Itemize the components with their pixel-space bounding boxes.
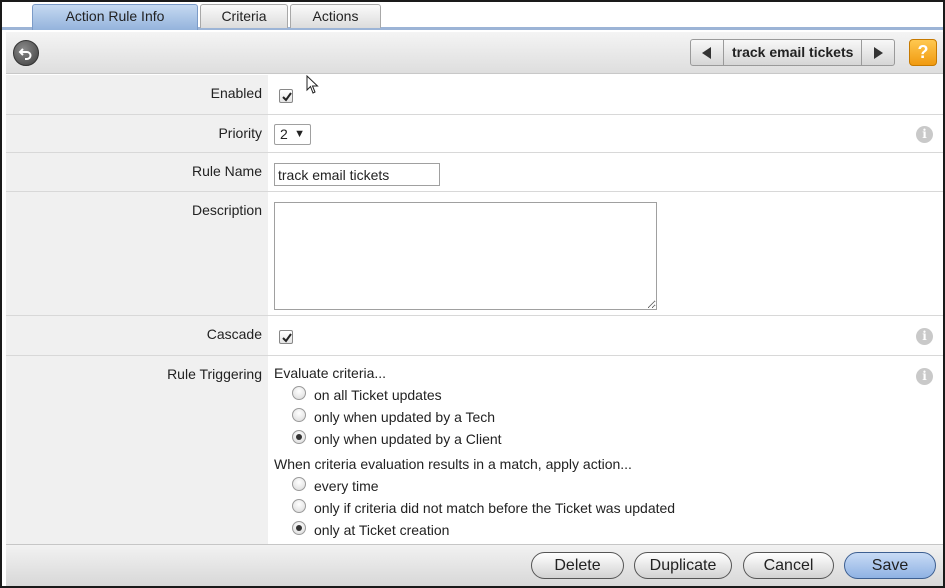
- info-icon[interactable]: i: [916, 328, 933, 345]
- mouse-cursor-icon: [306, 75, 319, 94]
- cascade-value: i: [270, 316, 943, 355]
- radio-all-updates-label[interactable]: on all Ticket updates: [314, 387, 442, 403]
- triangle-right-icon: [874, 46, 884, 59]
- row-cascade: Cascade i: [6, 316, 943, 356]
- priority-selected-value: 2: [280, 126, 288, 142]
- row-rule-triggering: Rule Triggering i Evaluate criteria... o…: [6, 356, 943, 544]
- rule-name-label: Rule Name: [6, 153, 268, 191]
- rule-triggering-value: i Evaluate criteria... on all Ticket upd…: [270, 356, 943, 544]
- footer-button-bar: Delete Duplicate Cancel Save: [6, 544, 943, 586]
- window-frame: Action Rule Info Criteria Actions track …: [0, 0, 945, 588]
- description-label: Description: [6, 192, 268, 315]
- radio-updated-by-tech[interactable]: [292, 408, 306, 422]
- description-textarea[interactable]: [274, 202, 657, 310]
- delete-button[interactable]: Delete: [531, 552, 624, 579]
- previous-record-button[interactable]: [690, 39, 724, 66]
- radio-updated-by-client-label[interactable]: only when updated by a Client: [314, 431, 502, 447]
- duplicate-button[interactable]: Duplicate: [634, 552, 732, 579]
- cancel-button[interactable]: Cancel: [743, 552, 834, 579]
- next-record-button[interactable]: [861, 39, 896, 66]
- row-enabled: Enabled: [6, 75, 943, 115]
- priority-label: Priority: [6, 115, 268, 152]
- description-value: [270, 192, 943, 315]
- rule-name-input[interactable]: [274, 163, 440, 186]
- record-navigator: track email tickets: [690, 39, 896, 66]
- rule-triggering-label: Rule Triggering: [6, 356, 268, 544]
- tab-criteria[interactable]: Criteria: [200, 4, 288, 28]
- evaluate-criteria-heading: Evaluate criteria...: [274, 365, 387, 381]
- rule-name-value: [270, 153, 943, 191]
- triangle-left-icon: [702, 46, 711, 59]
- priority-value: 2 ▼ i: [270, 115, 943, 152]
- enabled-value: [270, 75, 943, 114]
- radio-ticket-creation[interactable]: [292, 521, 306, 535]
- cascade-checkbox[interactable]: [279, 330, 293, 344]
- checkmark-icon: [282, 92, 292, 102]
- radio-ticket-creation-label[interactable]: only at Ticket creation: [314, 522, 449, 538]
- tab-bar: Action Rule Info Criteria Actions: [2, 2, 943, 30]
- save-button[interactable]: Save: [844, 552, 936, 579]
- radio-every-time-label[interactable]: every time: [314, 478, 379, 494]
- enabled-checkbox[interactable]: [279, 89, 293, 103]
- tab-action-rule-info[interactable]: Action Rule Info: [32, 4, 198, 30]
- dropdown-caret-icon: ▼: [294, 128, 305, 140]
- back-button[interactable]: [13, 40, 39, 66]
- apply-action-heading: When criteria evaluation results in a ma…: [274, 456, 632, 472]
- priority-select[interactable]: 2 ▼: [274, 124, 311, 145]
- radio-updated-by-client[interactable]: [292, 430, 306, 444]
- back-arrow-icon: [18, 48, 32, 60]
- record-title: track email tickets: [724, 39, 862, 66]
- row-description: Description: [6, 192, 943, 316]
- radio-did-not-match-before-label[interactable]: only if criteria did not match before th…: [314, 500, 675, 516]
- info-icon[interactable]: i: [916, 368, 933, 385]
- toolbar: track email tickets ?: [6, 32, 943, 74]
- radio-every-time[interactable]: [292, 477, 306, 491]
- help-button[interactable]: ?: [909, 39, 937, 66]
- radio-updated-by-tech-label[interactable]: only when updated by a Tech: [314, 409, 495, 425]
- info-icon[interactable]: i: [916, 126, 933, 143]
- cascade-label: Cascade: [6, 316, 268, 355]
- enabled-label: Enabled: [6, 75, 268, 114]
- checkmark-icon: [282, 333, 292, 343]
- tab-actions[interactable]: Actions: [290, 4, 381, 28]
- radio-all-updates[interactable]: [292, 386, 306, 400]
- row-priority: Priority 2 ▼ i: [6, 115, 943, 153]
- radio-did-not-match-before[interactable]: [292, 499, 306, 513]
- row-rule-name: Rule Name: [6, 153, 943, 192]
